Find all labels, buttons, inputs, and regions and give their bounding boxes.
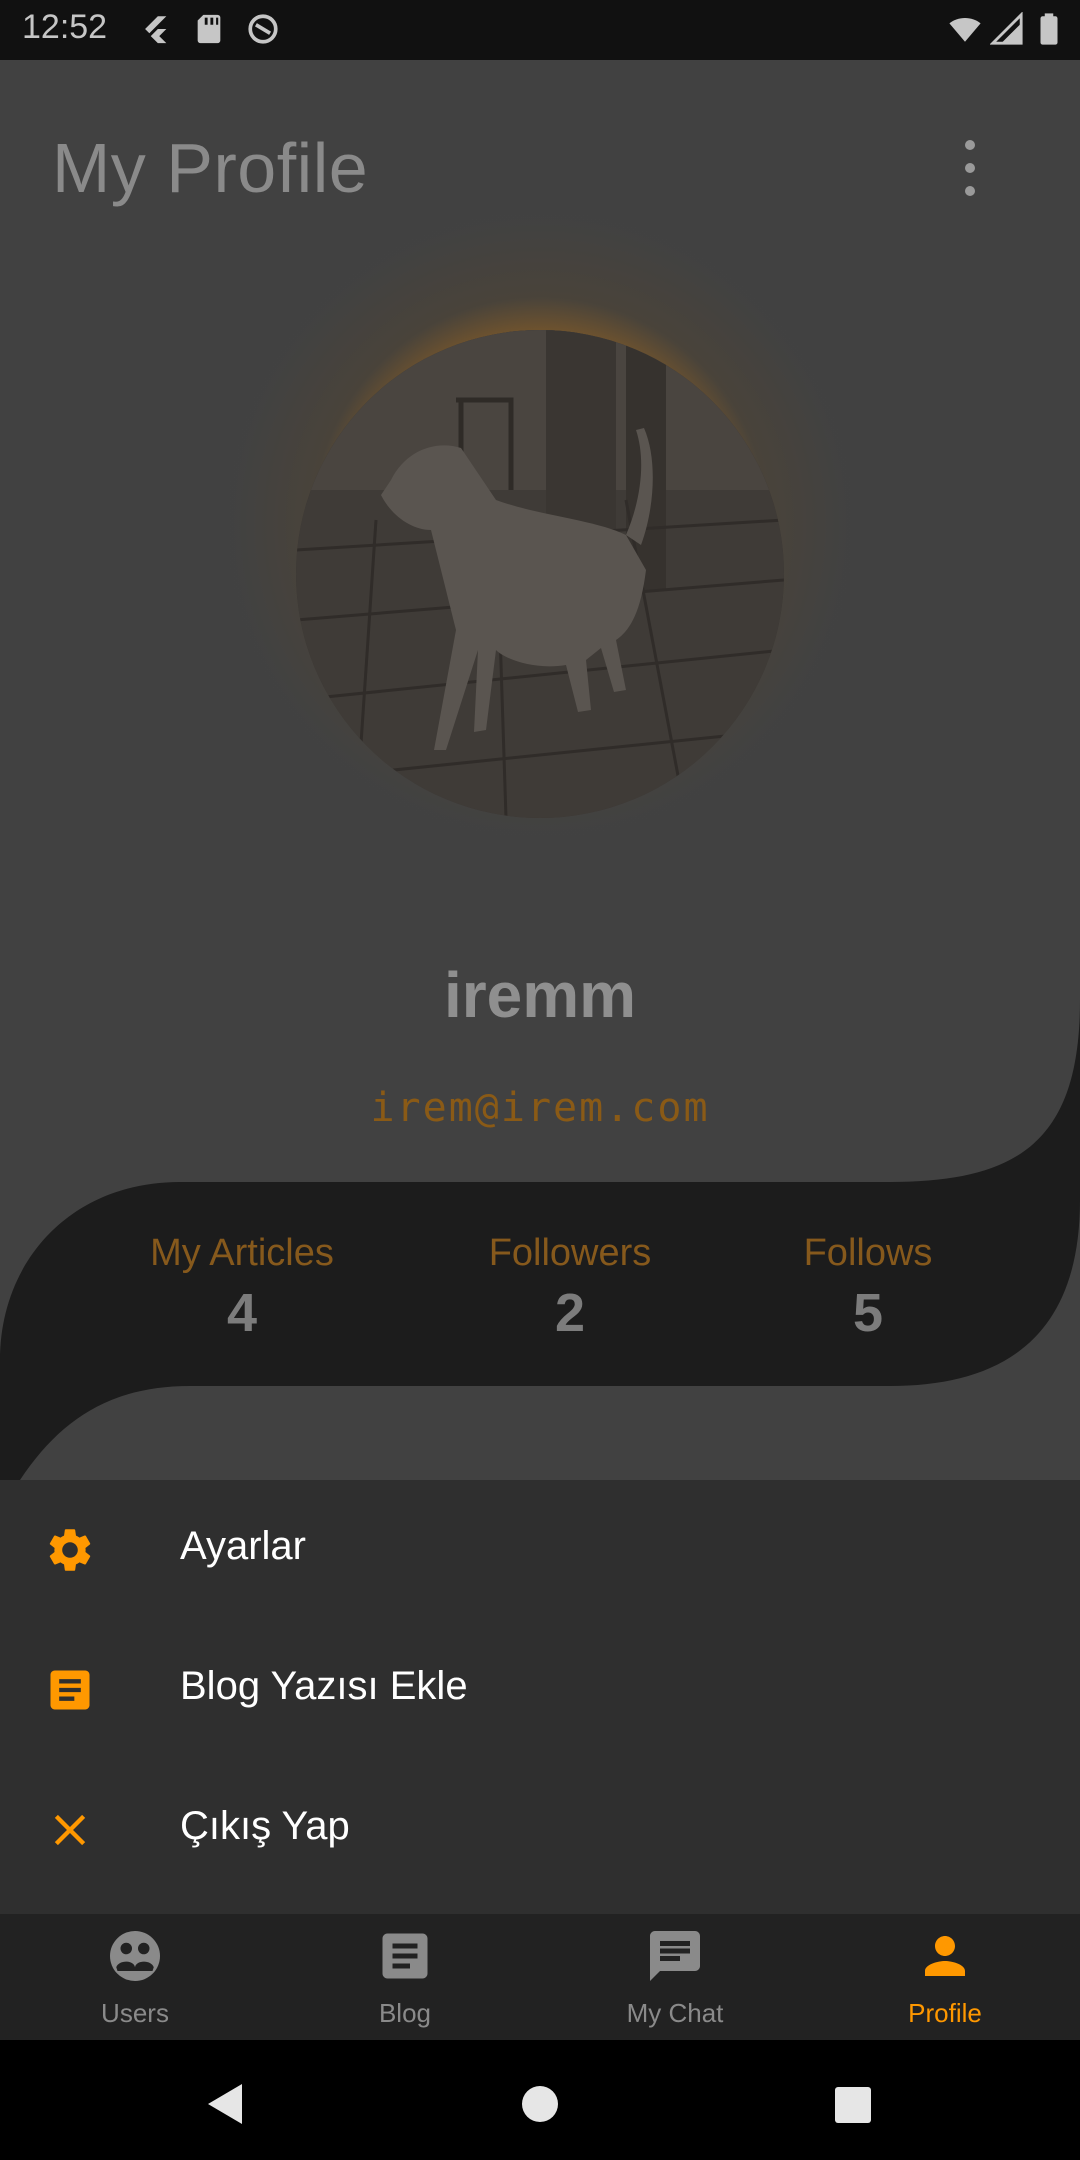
stat-value-articles[interactable]: 4 xyxy=(92,1282,392,1344)
menu-item-label: Blog Yazısı Ekle xyxy=(180,1664,468,1708)
stat-label-articles: My Articles xyxy=(150,1232,334,1274)
stat-value-follows[interactable]: 5 xyxy=(718,1282,1018,1344)
bottom-navigation: Users Blog My Chat Profile xyxy=(0,1914,1080,2040)
nav-label: Profile xyxy=(908,1998,982,2028)
profile-menu-sheet: Ayarlar Blog Yazısı Ekle Çıkış Yap xyxy=(0,1480,1080,1914)
users-icon xyxy=(110,1931,160,1981)
nav-my-chat[interactable]: My Chat xyxy=(540,1914,810,2040)
stat-value-followers[interactable]: 2 xyxy=(420,1282,720,1344)
nav-profile[interactable]: Profile xyxy=(810,1914,1080,2040)
system-navigation-bar xyxy=(0,2040,1080,2160)
menu-item-add-blog-post[interactable]: Blog Yazısı Ekle xyxy=(0,1620,1080,1760)
menu-item-settings[interactable]: Ayarlar xyxy=(0,1480,1080,1620)
close-icon xyxy=(54,1814,86,1846)
nav-label: Users xyxy=(101,1998,169,2028)
nav-label: Blog xyxy=(378,1998,432,2028)
stat-label-followers: Followers xyxy=(488,1232,652,1274)
home-icon[interactable] xyxy=(520,2084,560,2124)
stat-label-follows: Follows xyxy=(803,1232,933,1274)
menu-item-logout[interactable]: Çıkış Yap xyxy=(0,1760,1080,1900)
chat-icon xyxy=(650,1931,700,1981)
nav-blog[interactable]: Blog xyxy=(270,1914,540,2040)
menu-item-label: Ayarlar xyxy=(180,1524,306,1568)
recents-icon[interactable] xyxy=(834,2086,872,2124)
back-icon[interactable] xyxy=(204,2082,244,2126)
gear-icon xyxy=(49,1529,91,1571)
blog-icon xyxy=(382,1933,428,1979)
avatar[interactable] xyxy=(296,330,784,818)
person-icon xyxy=(925,1936,965,1976)
nav-users[interactable]: Users xyxy=(0,1914,270,2040)
article-icon xyxy=(50,1670,90,1710)
username: iremm xyxy=(443,959,637,1031)
dog-photo-icon xyxy=(296,330,784,818)
email: irem@irem.com xyxy=(370,1085,710,1131)
nav-label: My Chat xyxy=(626,1998,724,2028)
menu-item-label: Çıkış Yap xyxy=(180,1804,350,1848)
